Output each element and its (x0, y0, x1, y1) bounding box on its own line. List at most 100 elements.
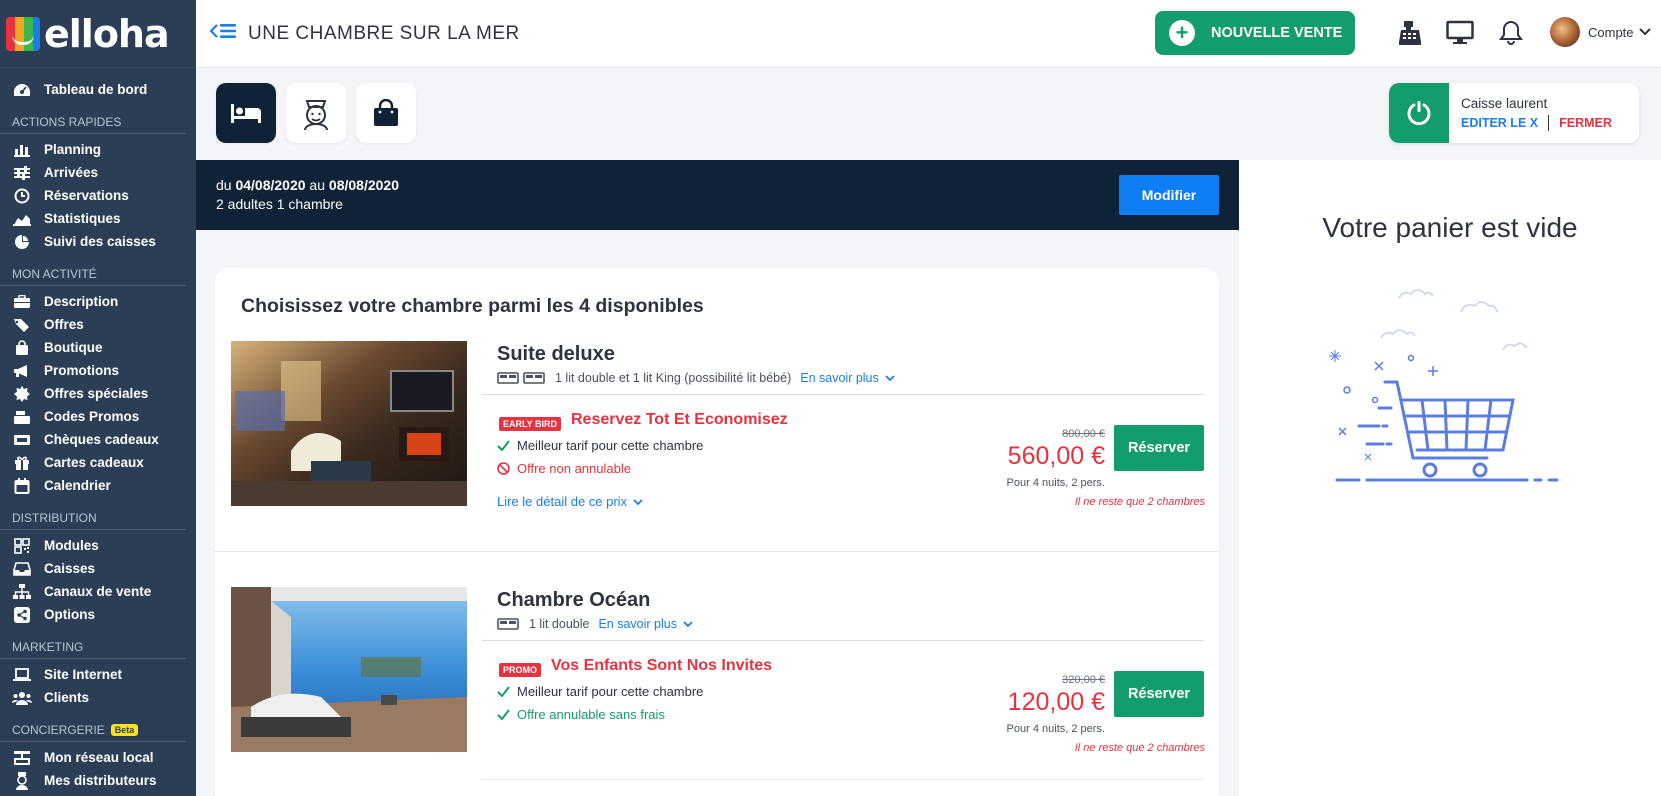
sidebar-item-label: Offres spéciales (44, 386, 149, 401)
sidebar-item-label: Description (44, 294, 119, 309)
inbox-icon (12, 561, 32, 577)
sidebar-item-calendar[interactable]: Calendrier (0, 474, 196, 497)
share-icon (12, 606, 32, 623)
sidebar-item-label: Statistiques (44, 211, 121, 226)
book-button[interactable]: Réserver (1114, 671, 1204, 717)
offer-badge: PROMO (499, 663, 542, 677)
avatar (1550, 17, 1580, 47)
learn-more-link[interactable]: En savoir plus (598, 617, 694, 631)
sidebar: elloha Tableau de bord ACTIONS RAPIDES P… (0, 0, 196, 796)
account-label: Compte (1588, 24, 1634, 40)
network-icon (12, 750, 32, 766)
sidebar-item-label: Tableau de bord (44, 82, 148, 97)
cash-register-icon (1399, 21, 1421, 45)
sidebar-section-title: DISTRIBUTION (0, 497, 186, 530)
close-register-link[interactable]: FERMER (1559, 116, 1612, 130)
sidebar-item-promo-codes[interactable]: Codes Promos (0, 405, 196, 428)
offer-name: Vos Enfants Sont Nos Invites (551, 657, 773, 674)
price-detail-link[interactable]: Lire le détail de ce prix (497, 494, 643, 509)
offer-feature-label: Offre non annulable (517, 461, 631, 476)
sliders-icon (12, 165, 32, 181)
sidebar-item-label: Chèques cadeaux (44, 432, 159, 447)
tab-services[interactable] (286, 83, 346, 143)
price-per-stay: Pour 4 nuits, 2 pers. (1006, 477, 1105, 489)
new-sale-button[interactable]: + NOUVELLE VENTE (1155, 11, 1355, 55)
offer-feature: Meilleur tarif pour cette chambre (497, 684, 703, 699)
briefcase-icon (12, 294, 32, 310)
sidebar-item-gift-vouchers[interactable]: Chèques cadeaux (0, 428, 196, 451)
search-guests: 2 adultes 1 chambre (216, 196, 343, 212)
sidebar-item-gift-cards[interactable]: Cartes cadeaux (0, 451, 196, 474)
sidebar-item-label: Suivi des caisses (44, 234, 156, 249)
bar-chart-icon (12, 142, 32, 158)
account-menu[interactable]: Compte (1550, 17, 1651, 47)
sidebar-item-statistics[interactable]: Statistiques (0, 207, 196, 230)
divider (1548, 115, 1550, 131)
sidebar-item-label: Réservations (44, 188, 129, 203)
sidebar-item-local-network[interactable]: Mon réseau local (0, 746, 196, 769)
cart-panel: Votre panier est vide (1239, 160, 1661, 796)
sidebar-item-modules[interactable]: Modules (0, 534, 196, 557)
offer-feature-label: Meilleur tarif pour cette chambre (517, 684, 704, 699)
offer-name: Reservez Tot Et Economisez (571, 411, 788, 428)
sidebar-item-label: Promotions (44, 363, 120, 378)
check-icon (497, 440, 511, 451)
sidebar-item-register-tracking[interactable]: Suivi des caisses (0, 230, 196, 253)
room-photo[interactable] (231, 341, 467, 506)
users-icon (12, 690, 32, 706)
search-dates: du 04/08/2020 au 08/08/2020 (216, 177, 1239, 193)
sidebar-item-description[interactable]: Description (0, 290, 196, 313)
room-beds: 1 lit double En savoir plus (497, 617, 694, 631)
date-from: 04/08/2020 (235, 177, 306, 193)
clock-icon (12, 188, 32, 204)
bell-icon (1499, 20, 1523, 45)
dates-prefix: du (216, 177, 236, 193)
room-photo[interactable] (231, 587, 467, 752)
sidebar-item-label: Cartes cadeaux (44, 455, 144, 470)
book-button[interactable]: Réserver (1114, 425, 1204, 471)
sidebar-section-title: ACTIONS RAPIDES (0, 101, 186, 134)
dashboard-icon (12, 82, 32, 98)
qrcode-icon (12, 537, 32, 554)
divider (482, 779, 1204, 780)
sidebar-item-dashboard[interactable]: Tableau de bord (0, 78, 196, 101)
monitor-button[interactable] (1445, 18, 1475, 48)
bed-icon (497, 618, 519, 630)
gift-icon (12, 455, 32, 471)
tab-shop[interactable] (356, 83, 416, 143)
logo[interactable]: elloha (0, 0, 196, 68)
sidebar-item-label: Caisses (44, 561, 96, 576)
notifications-button[interactable] (1496, 18, 1526, 48)
rooms-remaining: Il ne reste que 2 chambres (1074, 742, 1205, 754)
sidebar-item-reservations[interactable]: Réservations (0, 184, 196, 207)
edit-x-link[interactable]: EDITER LE X (1461, 116, 1538, 130)
sidebar-item-planning[interactable]: Planning (0, 138, 196, 161)
ban-icon (497, 462, 511, 475)
modify-button[interactable]: Modifier (1119, 175, 1219, 215)
tab-rooms[interactable] (216, 83, 276, 143)
sidebar-item-registers[interactable]: Caisses (0, 557, 196, 580)
learn-more-link[interactable]: En savoir plus (800, 371, 895, 385)
pie-chart-icon (12, 234, 32, 250)
cart-empty-message: Votre panier est vide (1322, 212, 1578, 243)
menu-collapse-icon[interactable] (209, 21, 238, 46)
sidebar-item-distributors[interactable]: Mes distributeurs (0, 769, 196, 792)
sidebar-item-sales-channels[interactable]: Canaux de vente (0, 580, 196, 603)
sidebar-item-offers[interactable]: Offres (0, 313, 196, 336)
sidebar-item-arrivals[interactable]: Arrivées (0, 161, 196, 184)
sidebar-item-special-offers[interactable]: Offres spéciales (0, 382, 196, 405)
sidebar-item-options[interactable]: Options (0, 603, 196, 626)
date-to: 08/08/2020 (328, 177, 399, 193)
sidebar-section-title: MON ACTIVITÉ (0, 253, 186, 286)
cash-register-button[interactable] (1395, 18, 1425, 48)
sidebar-item-promotions[interactable]: Promotions (0, 359, 196, 382)
check-icon (497, 709, 511, 720)
sidebar-item-website[interactable]: Site Internet (0, 663, 196, 686)
learn-more-label: En savoir plus (598, 617, 677, 631)
sidebar-item-label: Calendrier (44, 478, 111, 493)
room-name: Suite deluxe (497, 343, 615, 365)
sidebar-item-shop[interactable]: Boutique (0, 336, 196, 359)
sidebar-item-clients[interactable]: Clients (0, 686, 196, 709)
register-info: Caisse laurent EDITER LE X FERMER (1449, 83, 1612, 143)
power-button[interactable] (1389, 83, 1449, 143)
